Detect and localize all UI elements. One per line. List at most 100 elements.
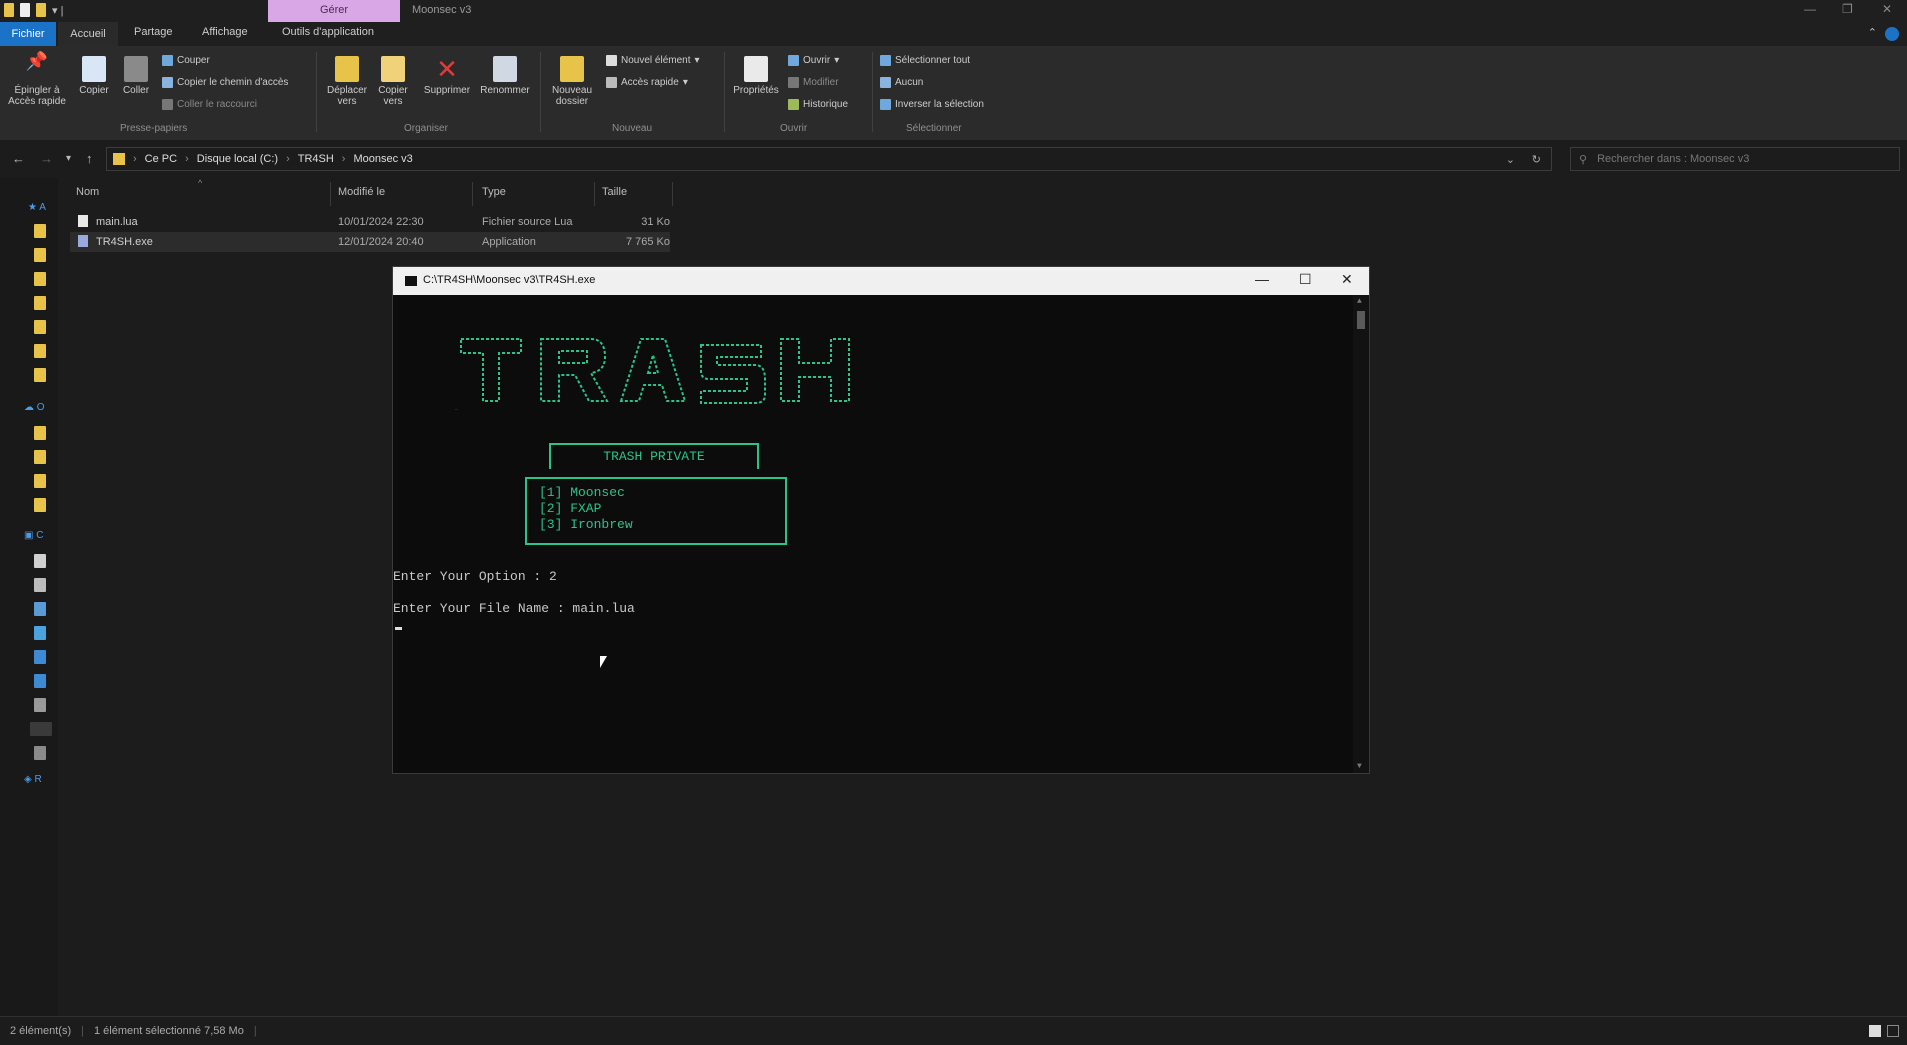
tab-share[interactable]: Partage xyxy=(134,26,173,38)
console-output[interactable]: TRASH TRASH PRIVATE [1] Moonsec [2] FXAP… xyxy=(393,295,1353,773)
console-window[interactable]: C:\TR4SH\Moonsec v3\TR4SH.exe — ☐ ✕ TRAS… xyxy=(392,266,1370,774)
nav-folder-icon[interactable] xyxy=(34,248,46,262)
column-header-size[interactable]: Taille xyxy=(602,186,627,198)
new-item-icon xyxy=(606,55,617,66)
breadcrumb-moonsec[interactable]: Moonsec v3 xyxy=(353,153,412,165)
properties-icon[interactable] xyxy=(20,3,30,17)
delete-button[interactable]: ✕ Supprimer xyxy=(420,56,474,96)
nav-folder-icon[interactable] xyxy=(34,296,46,310)
move-to-button[interactable]: Déplacer vers xyxy=(322,56,372,107)
tab-file[interactable]: Fichier xyxy=(0,22,56,46)
nav-folder-icon[interactable] xyxy=(34,344,46,358)
forward-arrow-icon[interactable]: → xyxy=(40,151,53,166)
cut-button[interactable]: Couper xyxy=(162,55,210,66)
pictures-icon[interactable] xyxy=(34,578,46,592)
close-button[interactable]: ✕ xyxy=(1882,2,1892,16)
desktop-icon[interactable] xyxy=(34,698,46,712)
new-folder-icon[interactable] xyxy=(36,3,46,17)
nav-folder-icon[interactable] xyxy=(34,224,46,238)
file-type: Application xyxy=(482,236,536,248)
pin-button[interactable]: 📌 Épingler à Accès rapide xyxy=(6,52,68,107)
column-header-modified[interactable]: Modifié le xyxy=(338,186,385,198)
easy-access-button[interactable]: Accès rapide ▾ xyxy=(606,77,688,88)
new-folder-button[interactable]: Nouveau dossier xyxy=(546,56,598,107)
tab-app-tools[interactable]: Outils d'application xyxy=(282,26,374,38)
file-row-selected[interactable]: TR4SH.exe 12/01/2024 20:40 Application 7… xyxy=(70,232,670,252)
local-disk-icon[interactable] xyxy=(30,722,52,736)
chevron-down-icon[interactable]: ▾ | xyxy=(52,4,63,17)
column-header-type[interactable]: Type xyxy=(482,186,506,198)
copy-to-button[interactable]: Copier vers xyxy=(372,56,414,107)
history-button[interactable]: Historique xyxy=(788,99,848,110)
rename-button[interactable]: Renommer xyxy=(478,56,532,96)
onedrive-cloud-icon[interactable]: ☁ O xyxy=(24,402,45,413)
downloads-icon[interactable] xyxy=(34,650,46,664)
column-divider[interactable] xyxy=(672,182,673,206)
copy-path-button[interactable]: Copier le chemin d'accès xyxy=(162,77,288,88)
paste-shortcut-button[interactable]: Coller le raccourci xyxy=(162,99,257,110)
copy-path-icon xyxy=(162,77,173,88)
open-button[interactable]: Ouvrir ▾ xyxy=(788,55,839,66)
nav-folder-icon[interactable] xyxy=(34,450,46,464)
file-modified: 10/01/2024 22:30 xyxy=(338,216,424,228)
3d-objects-icon[interactable] xyxy=(34,626,46,640)
console-minimize-button[interactable]: — xyxy=(1255,271,1269,287)
edit-icon xyxy=(788,77,799,88)
nav-folder-icon[interactable] xyxy=(34,426,46,440)
documents-icon[interactable] xyxy=(34,554,46,568)
nav-folder-icon[interactable] xyxy=(34,320,46,334)
properties-button[interactable]: Propriétés xyxy=(728,56,784,96)
refresh-icon[interactable]: ↻ xyxy=(1532,153,1541,166)
console-scrollbar[interactable]: ▲ ▼ xyxy=(1353,295,1369,773)
column-divider[interactable] xyxy=(330,182,331,206)
this-pc-icon[interactable]: ▣ C xyxy=(24,530,43,541)
tab-view[interactable]: Affichage xyxy=(202,26,248,38)
minimize-button[interactable]: — xyxy=(1804,2,1816,16)
music-icon[interactable] xyxy=(34,602,46,616)
help-icon[interactable] xyxy=(1885,27,1899,41)
search-input[interactable]: ⚲ Rechercher dans : Moonsec v3 xyxy=(1570,147,1900,171)
breadcrumb-this-pc[interactable]: Ce PC xyxy=(145,153,177,165)
large-icons-view-icon[interactable] xyxy=(1887,1025,1899,1037)
nav-folder-icon[interactable] xyxy=(34,474,46,488)
details-view-icon[interactable] xyxy=(1869,1025,1881,1037)
scroll-up-icon[interactable]: ▲ xyxy=(1357,297,1362,306)
column-divider[interactable] xyxy=(594,182,595,206)
nav-folder-icon[interactable] xyxy=(34,368,46,382)
invert-selection-button[interactable]: Inverser la sélection xyxy=(880,99,984,110)
breadcrumb-local-disk[interactable]: Disque local (C:) xyxy=(197,153,278,165)
quick-access-star-icon[interactable]: ★ A xyxy=(28,202,46,213)
videos-icon[interactable] xyxy=(34,674,46,688)
file-row[interactable]: main.lua 10/01/2024 22:30 Fichier source… xyxy=(70,212,670,232)
folder-icon[interactable] xyxy=(4,3,14,17)
address-dropdown-icon[interactable]: ⌄ xyxy=(1506,153,1515,166)
column-header-name[interactable]: Nom xyxy=(76,186,99,198)
drive-icon[interactable] xyxy=(34,746,46,760)
console-maximize-button[interactable]: ☐ xyxy=(1299,271,1312,288)
console-titlebar[interactable]: C:\TR4SH\Moonsec v3\TR4SH.exe — ☐ ✕ xyxy=(393,267,1369,295)
network-icon[interactable]: ◈ R xyxy=(24,774,42,785)
column-divider[interactable] xyxy=(472,182,473,206)
recent-locations-chevron-icon[interactable]: ▾ xyxy=(66,153,71,164)
nav-folder-icon[interactable] xyxy=(34,272,46,286)
paste-button[interactable]: Coller xyxy=(118,56,154,96)
select-none-button[interactable]: Aucun xyxy=(880,77,923,88)
rename-icon xyxy=(493,56,517,82)
maximize-button[interactable]: ❐ xyxy=(1842,2,1853,16)
nav-folder-icon[interactable] xyxy=(34,498,46,512)
back-arrow-icon[interactable]: ← xyxy=(12,151,25,166)
tab-home[interactable]: Accueil xyxy=(58,22,118,46)
up-arrow-icon[interactable]: ↑ xyxy=(86,151,93,166)
context-tab-manage[interactable]: Gérer xyxy=(268,0,400,22)
console-close-button[interactable]: ✕ xyxy=(1341,271,1353,288)
address-bar[interactable]: › Ce PC › Disque local (C:) › TR4SH › Mo… xyxy=(106,147,1552,171)
ribbon-collapse-icon[interactable]: ⌃ xyxy=(1868,26,1877,39)
scroll-down-icon[interactable]: ▼ xyxy=(1357,762,1362,771)
new-item-button[interactable]: Nouvel élément ▾ xyxy=(606,55,700,66)
scroll-thumb[interactable] xyxy=(1357,311,1365,329)
group-label-new: Nouveau xyxy=(612,123,653,134)
breadcrumb-tr4sh[interactable]: TR4SH xyxy=(298,153,334,165)
select-all-button[interactable]: Sélectionner tout xyxy=(880,55,970,66)
copy-button[interactable]: Copier xyxy=(74,56,114,96)
edit-button[interactable]: Modifier xyxy=(788,77,839,88)
